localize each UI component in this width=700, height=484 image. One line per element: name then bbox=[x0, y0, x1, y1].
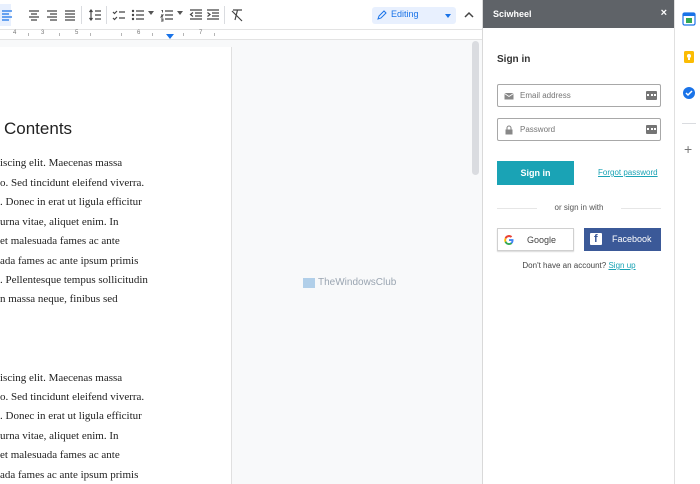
bulleted-list-dropdown-icon[interactable] bbox=[148, 11, 154, 15]
ruler-tick bbox=[152, 33, 153, 36]
lock-icon bbox=[505, 125, 513, 135]
sidebar-divider bbox=[682, 123, 696, 124]
password-manager-icon[interactable] bbox=[646, 91, 657, 100]
calendar-icon[interactable] bbox=[682, 12, 696, 26]
editing-mode-dropdown[interactable]: Editing bbox=[372, 7, 456, 24]
signin-heading: Sign in bbox=[497, 54, 531, 65]
align-justify-icon[interactable] bbox=[63, 8, 77, 22]
ruler-tick bbox=[183, 33, 184, 36]
bulleted-list-icon[interactable] bbox=[131, 8, 145, 22]
document-line: et malesuada fames ac ante bbox=[0, 449, 120, 461]
document-line: iscing elit. Maecenas massa bbox=[0, 372, 123, 384]
toolbar-divider bbox=[106, 6, 107, 24]
email-input[interactable] bbox=[520, 88, 630, 103]
password-input[interactable] bbox=[520, 122, 630, 137]
ruler-number: 4 bbox=[13, 30, 17, 36]
document-line: ada fames ac ante ipsum primis bbox=[0, 255, 139, 267]
document-page[interactable]: Contents iscing elit. Maecenas massa o. … bbox=[0, 47, 232, 484]
ruler-tick bbox=[59, 33, 60, 36]
ruler-number: 3 bbox=[41, 30, 45, 36]
align-left-icon[interactable] bbox=[0, 8, 14, 22]
ruler-number: 5 bbox=[75, 30, 79, 36]
signin-button[interactable]: Sign in bbox=[497, 161, 574, 185]
document-line: . Donec in erat ut ligula efficitur bbox=[0, 196, 142, 208]
ruler[interactable]: 4 3 5 6 7 bbox=[0, 30, 482, 40]
side-panel: + bbox=[674, 0, 700, 484]
app-window: Editing 4 3 5 6 7 Contents iscing elit. … bbox=[0, 0, 700, 484]
collapse-icon[interactable] bbox=[462, 8, 476, 22]
checklist-icon[interactable] bbox=[112, 8, 126, 22]
email-field[interactable] bbox=[497, 84, 661, 107]
toolbar-divider bbox=[81, 6, 82, 24]
pencil-icon bbox=[377, 10, 387, 20]
forgot-password-link[interactable]: Forgot password bbox=[598, 168, 658, 177]
ruler-tick bbox=[90, 33, 91, 36]
clear-formatting-icon[interactable] bbox=[230, 8, 244, 22]
signup-link[interactable]: Sign up bbox=[608, 261, 635, 270]
google-label: Google bbox=[527, 235, 557, 245]
ruler-number: 6 bbox=[137, 30, 141, 36]
watermark: TheWindowsClub bbox=[303, 277, 396, 288]
document-line: ada fames ac ante ipsum primis bbox=[0, 469, 139, 481]
ruler-number: 7 bbox=[199, 30, 203, 36]
numbered-list-dropdown-icon[interactable] bbox=[177, 11, 183, 15]
document-line: . Pellentesque tempus sollicitudin bbox=[0, 274, 148, 286]
numbered-list-icon[interactable] bbox=[160, 8, 174, 22]
docs-toolbar: Editing bbox=[0, 0, 482, 30]
ruler-tick bbox=[121, 33, 122, 36]
google-icon bbox=[504, 235, 514, 245]
document-line: iscing elit. Maecenas massa bbox=[0, 157, 123, 169]
document-line: o. Sed tincidunt eleifend viverra. bbox=[0, 177, 145, 189]
panel-header: Sciwheel × bbox=[483, 0, 675, 28]
watermark-logo-icon bbox=[303, 277, 315, 288]
document-heading: Contents bbox=[4, 119, 73, 138]
facebook-label: Facebook bbox=[612, 234, 652, 244]
tasks-icon[interactable] bbox=[682, 86, 696, 100]
align-right-icon[interactable] bbox=[45, 8, 59, 22]
document-area: Contents iscing elit. Maecenas massa o. … bbox=[0, 41, 482, 484]
envelope-icon bbox=[504, 93, 514, 100]
toolbar-divider bbox=[224, 6, 225, 24]
sciwheel-panel: Sciwheel × Sign in Sign in Forgot passwo… bbox=[482, 0, 675, 484]
signup-prompt: Don't have an account? Sign up bbox=[483, 261, 675, 270]
no-account-text: Don't have an account? bbox=[522, 261, 607, 270]
chevron-down-icon bbox=[445, 14, 451, 18]
indent-marker-icon[interactable] bbox=[166, 34, 174, 39]
close-icon[interactable]: × bbox=[661, 7, 667, 19]
document-line: n massa neque, finibus sed bbox=[0, 293, 118, 305]
document-line: urna vitae, aliquet enim. In bbox=[0, 216, 119, 228]
panel-title: Sciwheel bbox=[493, 9, 532, 19]
divider-text: or sign in with bbox=[554, 203, 604, 212]
watermark-text: TheWindowsClub bbox=[318, 277, 397, 288]
document-line: et malesuada fames ac ante bbox=[0, 235, 120, 247]
decrease-indent-icon[interactable] bbox=[189, 8, 203, 22]
facebook-icon: f bbox=[590, 233, 602, 245]
document-line: urna vitae, aliquet enim. In bbox=[0, 430, 119, 442]
document-line: . Donec in erat ut ligula efficitur bbox=[0, 410, 142, 422]
keep-icon[interactable] bbox=[682, 50, 696, 64]
increase-indent-icon[interactable] bbox=[206, 8, 220, 22]
google-signin-button[interactable]: Google bbox=[497, 228, 574, 251]
document-line: o. Sed tincidunt eleifend viverra. bbox=[0, 391, 145, 403]
align-center-icon[interactable] bbox=[27, 8, 41, 22]
ruler-tick bbox=[214, 33, 215, 36]
password-field[interactable] bbox=[497, 118, 661, 141]
password-manager-icon[interactable] bbox=[646, 125, 657, 134]
line-spacing-icon[interactable] bbox=[88, 8, 102, 22]
ruler-tick bbox=[28, 33, 29, 36]
add-icon[interactable]: + bbox=[684, 142, 692, 156]
scrollbar-thumb[interactable] bbox=[472, 41, 479, 175]
facebook-signin-button[interactable]: f Facebook bbox=[584, 228, 661, 251]
editing-mode-label: Editing bbox=[391, 9, 419, 19]
